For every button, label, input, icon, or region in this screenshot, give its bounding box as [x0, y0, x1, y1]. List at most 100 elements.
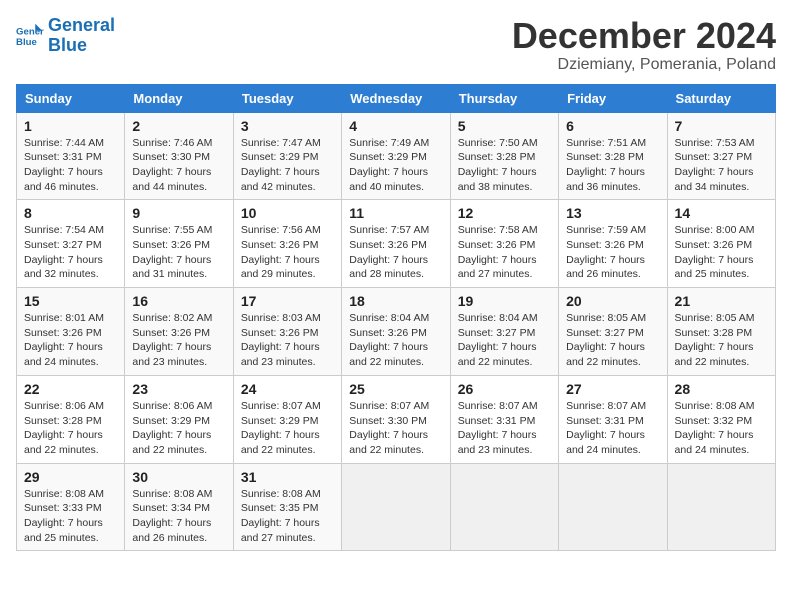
day-number: 18	[349, 293, 442, 309]
day-number: 10	[241, 205, 334, 221]
day-info: Sunrise: 8:08 AM Sunset: 3:34 PM Dayligh…	[132, 487, 225, 546]
calendar-day-cell: 4 Sunrise: 7:49 AM Sunset: 3:29 PM Daylig…	[342, 112, 450, 200]
logo-blue: Blue	[48, 35, 87, 55]
calendar-day-cell: 18 Sunrise: 8:04 AM Sunset: 3:26 PM Dayli…	[342, 288, 450, 376]
day-number: 27	[566, 381, 659, 397]
day-number: 29	[24, 469, 117, 485]
day-number: 22	[24, 381, 117, 397]
calendar-table: SundayMondayTuesdayWednesdayThursdayFrid…	[16, 84, 776, 552]
calendar-week-row: 22 Sunrise: 8:06 AM Sunset: 3:28 PM Dayli…	[17, 375, 776, 463]
calendar-week-row: 15Sunrise: 8:01 AM Sunset: 3:26 PM Dayli…	[17, 288, 776, 376]
title-area: December 2024 Dziemiany, Pomerania, Pola…	[512, 16, 776, 74]
calendar-day-cell	[559, 463, 667, 551]
calendar-day-cell: 8 Sunrise: 7:54 AM Sunset: 3:27 PM Daylig…	[17, 200, 125, 288]
day-number: 2	[132, 118, 225, 134]
day-number: 7	[675, 118, 768, 134]
day-info: Sunrise: 8:08 AM Sunset: 3:35 PM Dayligh…	[241, 487, 334, 546]
day-number: 1	[24, 118, 117, 134]
day-number: 31	[241, 469, 334, 485]
weekday-header: Sunday	[17, 84, 125, 112]
calendar-day-cell: 3Sunrise: 7:47 AM Sunset: 3:29 PM Daylig…	[233, 112, 341, 200]
day-info: Sunrise: 8:04 AM Sunset: 3:27 PM Dayligh…	[458, 311, 551, 370]
calendar-week-row: 8 Sunrise: 7:54 AM Sunset: 3:27 PM Daylig…	[17, 200, 776, 288]
calendar-day-cell: 24 Sunrise: 8:07 AM Sunset: 3:29 PM Dayli…	[233, 375, 341, 463]
calendar-day-cell: 11 Sunrise: 7:57 AM Sunset: 3:26 PM Dayli…	[342, 200, 450, 288]
day-info: Sunrise: 8:06 AM Sunset: 3:29 PM Dayligh…	[132, 399, 225, 458]
day-info: Sunrise: 7:46 AM Sunset: 3:30 PM Dayligh…	[132, 136, 225, 195]
logo-general: General	[48, 15, 115, 35]
day-info: Sunrise: 7:44 AM Sunset: 3:31 PM Dayligh…	[24, 136, 117, 195]
day-number: 20	[566, 293, 659, 309]
day-info: Sunrise: 8:07 AM Sunset: 3:31 PM Dayligh…	[566, 399, 659, 458]
day-info: Sunrise: 8:07 AM Sunset: 3:31 PM Dayligh…	[458, 399, 551, 458]
day-number: 23	[132, 381, 225, 397]
day-info: Sunrise: 7:59 AM Sunset: 3:26 PM Dayligh…	[566, 223, 659, 282]
calendar-day-cell: 17 Sunrise: 8:03 AM Sunset: 3:26 PM Dayli…	[233, 288, 341, 376]
day-number: 3	[241, 118, 334, 134]
calendar-day-cell: 31 Sunrise: 8:08 AM Sunset: 3:35 PM Dayli…	[233, 463, 341, 551]
day-number: 8	[24, 205, 117, 221]
calendar-week-row: 29 Sunrise: 8:08 AM Sunset: 3:33 PM Dayli…	[17, 463, 776, 551]
day-number: 12	[458, 205, 551, 221]
day-number: 9	[132, 205, 225, 221]
day-number: 4	[349, 118, 442, 134]
day-info: Sunrise: 8:08 AM Sunset: 3:33 PM Dayligh…	[24, 487, 117, 546]
day-number: 11	[349, 205, 442, 221]
day-number: 26	[458, 381, 551, 397]
header: General Blue General Blue December 2024 …	[16, 16, 776, 74]
calendar-day-cell: 26 Sunrise: 8:07 AM Sunset: 3:31 PM Dayli…	[450, 375, 558, 463]
calendar-day-cell: 23 Sunrise: 8:06 AM Sunset: 3:29 PM Dayli…	[125, 375, 233, 463]
logo-icon: General Blue	[16, 22, 44, 50]
day-info: Sunrise: 8:05 AM Sunset: 3:27 PM Dayligh…	[566, 311, 659, 370]
calendar-day-cell: 28Sunrise: 8:08 AM Sunset: 3:32 PM Dayli…	[667, 375, 775, 463]
calendar-day-cell: 5 Sunrise: 7:50 AM Sunset: 3:28 PM Daylig…	[450, 112, 558, 200]
day-info: Sunrise: 8:02 AM Sunset: 3:26 PM Dayligh…	[132, 311, 225, 370]
calendar-day-cell	[667, 463, 775, 551]
calendar-day-cell: 15Sunrise: 8:01 AM Sunset: 3:26 PM Dayli…	[17, 288, 125, 376]
svg-text:Blue: Blue	[16, 37, 37, 48]
logo: General Blue General Blue	[16, 16, 115, 56]
day-info: Sunrise: 7:54 AM Sunset: 3:27 PM Dayligh…	[24, 223, 117, 282]
calendar-day-cell: 25Sunrise: 8:07 AM Sunset: 3:30 PM Dayli…	[342, 375, 450, 463]
day-info: Sunrise: 8:07 AM Sunset: 3:30 PM Dayligh…	[349, 399, 442, 458]
calendar-day-cell: 19 Sunrise: 8:04 AM Sunset: 3:27 PM Dayli…	[450, 288, 558, 376]
day-info: Sunrise: 7:57 AM Sunset: 3:26 PM Dayligh…	[349, 223, 442, 282]
day-info: Sunrise: 8:03 AM Sunset: 3:26 PM Dayligh…	[241, 311, 334, 370]
weekday-header: Friday	[559, 84, 667, 112]
month-title: December 2024	[512, 16, 776, 56]
calendar-body: 1 Sunrise: 7:44 AM Sunset: 3:31 PM Daylig…	[17, 112, 776, 551]
calendar-day-cell: 16 Sunrise: 8:02 AM Sunset: 3:26 PM Dayli…	[125, 288, 233, 376]
day-number: 16	[132, 293, 225, 309]
calendar-day-cell: 6Sunrise: 7:51 AM Sunset: 3:28 PM Daylig…	[559, 112, 667, 200]
calendar-day-cell: 22 Sunrise: 8:06 AM Sunset: 3:28 PM Dayli…	[17, 375, 125, 463]
day-info: Sunrise: 8:05 AM Sunset: 3:28 PM Dayligh…	[675, 311, 768, 370]
day-info: Sunrise: 8:01 AM Sunset: 3:26 PM Dayligh…	[24, 311, 117, 370]
day-info: Sunrise: 8:06 AM Sunset: 3:28 PM Dayligh…	[24, 399, 117, 458]
day-number: 5	[458, 118, 551, 134]
day-info: Sunrise: 7:55 AM Sunset: 3:26 PM Dayligh…	[132, 223, 225, 282]
day-info: Sunrise: 8:08 AM Sunset: 3:32 PM Dayligh…	[675, 399, 768, 458]
day-number: 6	[566, 118, 659, 134]
day-info: Sunrise: 8:07 AM Sunset: 3:29 PM Dayligh…	[241, 399, 334, 458]
calendar-day-cell: 9 Sunrise: 7:55 AM Sunset: 3:26 PM Daylig…	[125, 200, 233, 288]
calendar-day-cell	[450, 463, 558, 551]
day-number: 17	[241, 293, 334, 309]
calendar-day-cell: 2 Sunrise: 7:46 AM Sunset: 3:30 PM Daylig…	[125, 112, 233, 200]
calendar-day-cell: 14Sunrise: 8:00 AM Sunset: 3:26 PM Dayli…	[667, 200, 775, 288]
weekday-header: Saturday	[667, 84, 775, 112]
calendar-day-cell: 29 Sunrise: 8:08 AM Sunset: 3:33 PM Dayli…	[17, 463, 125, 551]
day-number: 21	[675, 293, 768, 309]
calendar-day-cell: 13 Sunrise: 7:59 AM Sunset: 3:26 PM Dayli…	[559, 200, 667, 288]
calendar-day-cell	[342, 463, 450, 551]
day-info: Sunrise: 7:49 AM Sunset: 3:29 PM Dayligh…	[349, 136, 442, 195]
calendar-day-cell: 1 Sunrise: 7:44 AM Sunset: 3:31 PM Daylig…	[17, 112, 125, 200]
day-number: 24	[241, 381, 334, 397]
day-number: 13	[566, 205, 659, 221]
day-info: Sunrise: 7:56 AM Sunset: 3:26 PM Dayligh…	[241, 223, 334, 282]
day-info: Sunrise: 7:50 AM Sunset: 3:28 PM Dayligh…	[458, 136, 551, 195]
calendar-day-cell: 7Sunrise: 7:53 AM Sunset: 3:27 PM Daylig…	[667, 112, 775, 200]
calendar-week-row: 1 Sunrise: 7:44 AM Sunset: 3:31 PM Daylig…	[17, 112, 776, 200]
day-info: Sunrise: 8:04 AM Sunset: 3:26 PM Dayligh…	[349, 311, 442, 370]
day-number: 14	[675, 205, 768, 221]
day-number: 19	[458, 293, 551, 309]
